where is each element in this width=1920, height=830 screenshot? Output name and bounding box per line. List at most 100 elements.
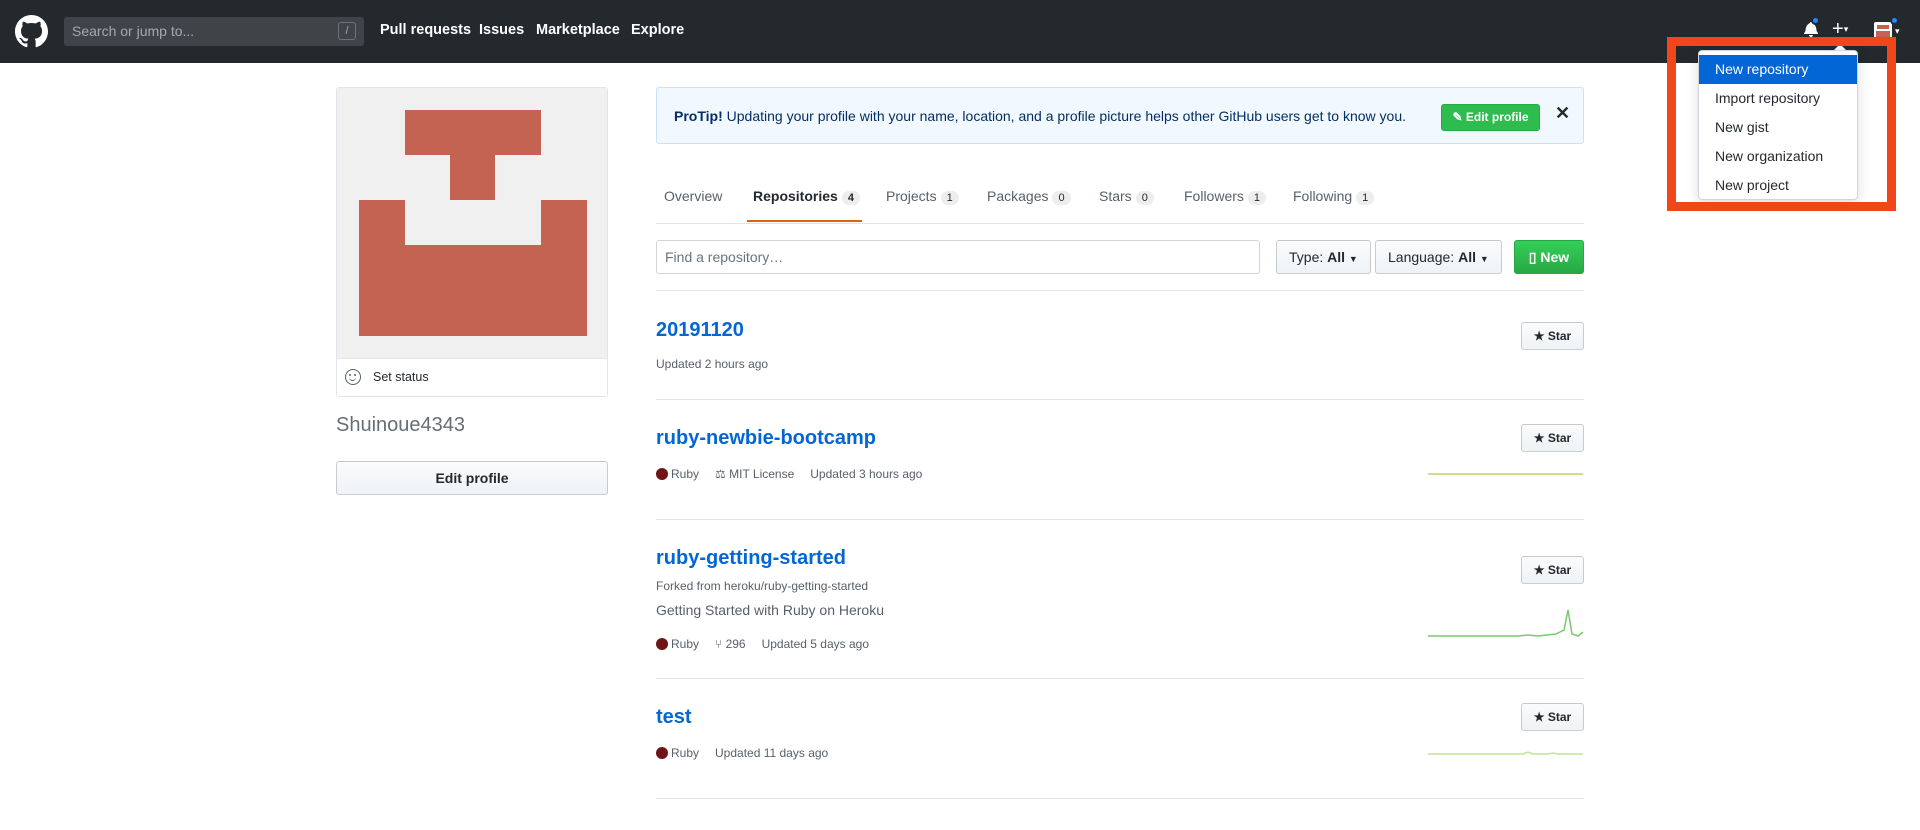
tab-count: 4 <box>841 191 860 205</box>
repo-meta: Ruby ⚖ MIT License Updated 3 hours ago <box>656 467 922 481</box>
star-label: Star <box>1547 431 1572 445</box>
repo-license: MIT License <box>729 467 795 481</box>
nav-explore[interactable]: Explore <box>631 22 684 38</box>
repo-updated: Updated 3 hours ago <box>810 467 923 481</box>
repo-updated: Updated 5 days ago <box>761 637 870 651</box>
caret-down-icon: ▼ <box>1348 254 1358 264</box>
star-button[interactable]: ★ Star <box>1521 424 1584 452</box>
repo-name-link[interactable]: ruby-getting-started <box>656 547 846 570</box>
nav-marketplace[interactable]: Marketplace <box>536 22 620 38</box>
repo-list-item: ruby-newbie-bootcamp Ruby ⚖ MIT License Up… <box>656 400 1584 520</box>
tab-label: Followers <box>1184 188 1244 204</box>
type-filter-label: Type: <box>1289 249 1324 265</box>
repo-list-item: ruby-getting-started Forked from heroku/… <box>656 520 1584 679</box>
star-button[interactable]: ★ Star <box>1521 322 1584 350</box>
activity-sparkline <box>1428 473 1583 475</box>
tab-label: Packages <box>987 188 1049 204</box>
chevron-down-icon[interactable]: ▾ <box>1895 26 1900 37</box>
profile-avatar-card: Set status <box>336 87 608 397</box>
search-input[interactable]: Search or jump to... / <box>64 17 364 46</box>
protip-button-label: Edit profile <box>1465 110 1529 124</box>
repo-list-item: 20191120 Updated 2 hours ago ★ Star <box>656 291 1584 400</box>
highlight-annotation-box <box>1667 37 1896 211</box>
language-filter-label: Language: <box>1388 249 1455 265</box>
search-placeholder: Search or jump to... <box>72 23 195 39</box>
search-shortcut-key: / <box>338 22 356 40</box>
set-status-label: Set status <box>373 370 429 384</box>
activity-sparkline <box>1428 751 1583 755</box>
pencil-icon: ✎ <box>1452 110 1463 124</box>
new-button-label: New <box>1540 249 1570 265</box>
forked-from-note: Forked from heroku/ruby-getting-started <box>656 579 869 593</box>
protip-label: ProTip! <box>674 108 723 124</box>
ruby-language-dot <box>656 747 668 759</box>
smiley-icon <box>345 369 361 385</box>
repo-meta: Ruby Updated 11 days ago <box>656 746 828 760</box>
caret-down-icon: ▼ <box>1479 254 1489 264</box>
language-filter-dropdown[interactable]: Language: All ▼ <box>1375 240 1502 274</box>
star-label: Star <box>1547 329 1572 343</box>
tab-stars[interactable]: Stars 0 <box>1099 188 1154 205</box>
tab-projects[interactable]: Projects 1 <box>886 188 959 205</box>
repo-language: Ruby <box>671 467 700 481</box>
law-icon: ⚖ <box>715 467 726 481</box>
repo-list-item: test Ruby Updated 11 days ago ★ Star <box>656 679 1584 799</box>
book-icon: ▯ <box>1528 249 1537 265</box>
repo-description: Getting Started with Ruby on Heroku <box>656 602 885 618</box>
nav-pull-requests[interactable]: Pull requests <box>380 22 471 38</box>
tab-label: Projects <box>886 188 937 204</box>
active-tab-underline <box>747 220 862 222</box>
star-icon: ★ <box>1533 563 1545 577</box>
tab-label: Repositories <box>753 188 838 204</box>
tab-label: Stars <box>1099 188 1132 204</box>
tab-following[interactable]: Following 1 <box>1293 188 1375 205</box>
set-status-button[interactable]: Set status <box>337 358 607 396</box>
tab-followers[interactable]: Followers 1 <box>1184 188 1267 205</box>
star-label: Star <box>1547 710 1572 724</box>
close-icon[interactable]: ✕ <box>1555 103 1570 124</box>
tab-overview[interactable]: Overview <box>664 188 722 204</box>
top-header: Search or jump to... / Pull requests Iss… <box>0 0 1920 63</box>
ruby-language-dot <box>656 638 668 650</box>
github-logo-icon[interactable] <box>15 15 48 48</box>
repo-name-link[interactable]: test <box>656 706 692 729</box>
profile-avatar[interactable] <box>337 88 607 358</box>
nav-issues[interactable]: Issues <box>479 22 524 38</box>
find-repository-input[interactable]: Find a repository… <box>656 240 1260 274</box>
repo-language: Ruby <box>671 746 700 760</box>
repo-meta: Ruby ⑂ 296 Updated 5 days ago <box>656 637 869 651</box>
tab-packages[interactable]: Packages 0 <box>987 188 1071 205</box>
repo-name-link[interactable]: ruby-newbie-bootcamp <box>656 427 876 450</box>
repo-updated: Updated 11 days ago <box>715 746 829 760</box>
star-button[interactable]: ★ Star <box>1521 556 1584 584</box>
profile-username: Shuinoue4343 <box>336 414 466 436</box>
protip-banner: ProTip! Updating your profile with your … <box>656 87 1584 144</box>
repo-filter-bar: Find a repository… Type: All ▼ Language:… <box>656 240 1584 291</box>
new-repository-button[interactable]: ▯ New <box>1514 240 1584 274</box>
protip-text: ProTip! Updating your profile with your … <box>674 108 1406 124</box>
language-filter-value: All <box>1458 249 1476 265</box>
type-filter-dropdown[interactable]: Type: All ▼ <box>1276 240 1371 274</box>
star-icon: ★ <box>1533 431 1545 445</box>
tab-label: Overview <box>664 188 723 204</box>
avatar-notification-dot <box>1890 16 1899 25</box>
tab-count: 1 <box>1247 191 1267 205</box>
ruby-language-dot <box>656 468 668 480</box>
tab-count: 0 <box>1135 191 1154 205</box>
protip-message: Updating your profile with your name, lo… <box>726 108 1407 124</box>
type-filter-value: All <box>1327 249 1346 265</box>
repo-updated: Updated 2 hours ago <box>656 357 769 371</box>
star-icon: ★ <box>1533 710 1545 724</box>
notification-dot <box>1811 16 1820 25</box>
repo-forks: 296 <box>725 637 746 651</box>
protip-edit-profile-button[interactable]: ✎ Edit profile <box>1441 104 1540 131</box>
star-button[interactable]: ★ Star <box>1521 703 1584 731</box>
tab-label: Following <box>1293 188 1353 204</box>
star-label: Star <box>1547 563 1572 577</box>
tab-repositories[interactable]: Repositories 4 <box>753 188 860 205</box>
tab-count: 1 <box>940 191 959 205</box>
tab-count: 0 <box>1052 191 1071 205</box>
edit-profile-button[interactable]: Edit profile <box>336 461 608 495</box>
star-icon: ★ <box>1533 329 1545 343</box>
repo-name-link[interactable]: 20191120 <box>656 319 744 342</box>
